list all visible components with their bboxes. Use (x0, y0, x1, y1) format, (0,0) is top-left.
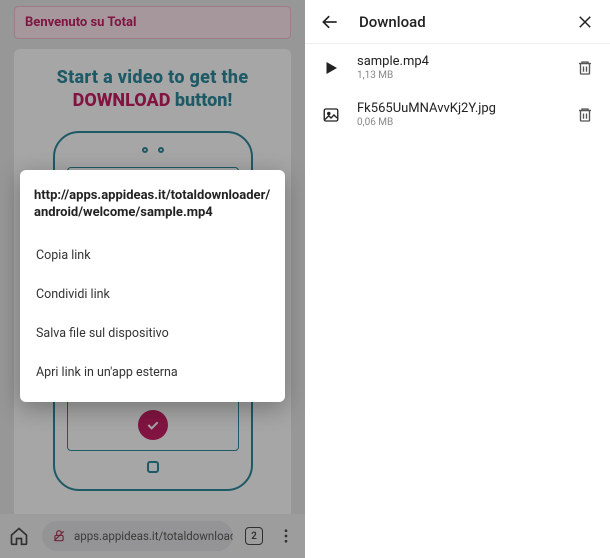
file-size: 1,13 MB (357, 70, 560, 81)
trash-icon[interactable] (574, 57, 596, 79)
menu-open-external[interactable]: Apri link in un'app esterna (34, 353, 271, 392)
download-list: sample.mp4 1,13 MB Fk565UuMNAvvKj2Y.jpg … (305, 44, 610, 558)
play-icon (319, 56, 343, 80)
context-menu: http://apps.appideas.it/totaldownloader/… (20, 170, 285, 402)
close-icon[interactable] (574, 11, 596, 33)
download-item[interactable]: Fk565UuMNAvvKj2Y.jpg 0,06 MB (305, 91, 610, 138)
menu-save-file[interactable]: Salva file sul dispositivo (34, 314, 271, 353)
back-icon[interactable] (319, 11, 341, 33)
file-name: sample.mp4 (357, 54, 560, 69)
menu-copy-link[interactable]: Copia link (34, 236, 271, 275)
download-item[interactable]: sample.mp4 1,13 MB (305, 44, 610, 91)
file-name: Fk565UuMNAvvKj2Y.jpg (357, 101, 560, 116)
trash-icon[interactable] (574, 104, 596, 126)
menu-url: http://apps.appideas.it/totaldownloader/… (34, 188, 271, 222)
image-icon (319, 103, 343, 127)
menu-share-link[interactable]: Condividi link (34, 275, 271, 314)
page-title: Download (359, 13, 556, 31)
file-size: 0,06 MB (357, 117, 560, 128)
download-header: Download (305, 0, 610, 44)
